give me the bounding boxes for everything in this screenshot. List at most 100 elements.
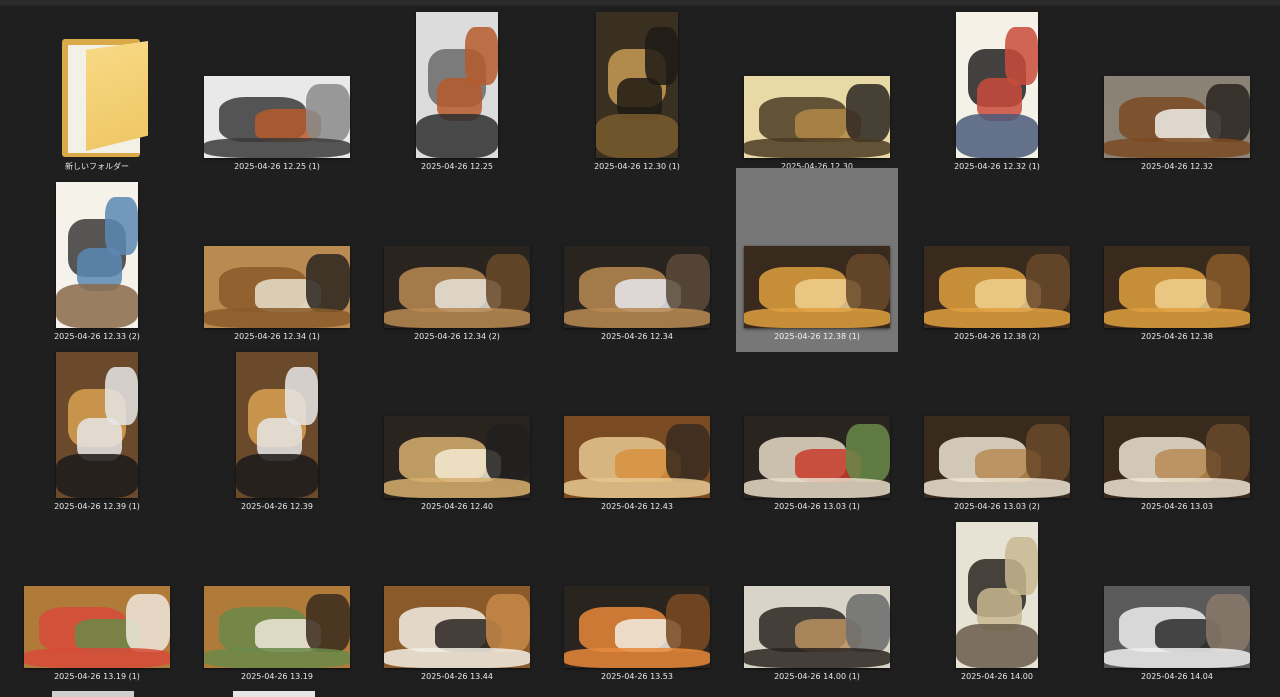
image-thumbnail (236, 352, 318, 498)
file-name: 2025-04-26 12.40 (421, 502, 493, 511)
file-name: 2025-04-26 14.04 (1141, 672, 1213, 681)
file-name: 2025-04-26 12.34 (601, 332, 673, 341)
file-name: 2025-04-26 14.00 (1) (774, 672, 860, 681)
image-file-item[interactable]: 2025-04-26 12.25 (1) (196, 12, 358, 182)
image-thumbnail (744, 76, 890, 158)
file-name: 2025-04-26 12.25 (421, 162, 493, 171)
thumbnail-area (196, 182, 358, 328)
image-thumbnail (924, 246, 1070, 328)
thumbnail-area (16, 182, 178, 328)
image-file-item[interactable]: 2025-04-26 12.30 (736, 12, 898, 182)
image-file-item[interactable]: 2025-04-26 12.38 (1) (736, 168, 898, 352)
image-file-item[interactable]: 2025-04-26 12.43 (556, 352, 718, 522)
file-name: 2025-04-26 12.34 (1) (234, 332, 320, 341)
image-thumbnail (1104, 586, 1250, 668)
thumbnail-area (916, 182, 1078, 328)
image-file-item[interactable]: 2025-04-26 12.34 (556, 182, 718, 352)
image-file-item[interactable]: 2025-04-26 13.03 (1096, 352, 1258, 522)
folder-item[interactable]: 新しいフォルダー (16, 12, 178, 182)
image-file-item[interactable]: 2025-04-26 14.00 (1) (736, 522, 898, 692)
file-name: 2025-04-26 13.03 (1) (774, 502, 860, 511)
image-file-item[interactable]: 2025-04-26 12.34 (2) (376, 182, 538, 352)
image-thumbnail (384, 586, 530, 668)
thumbnail-area (196, 352, 358, 498)
file-name: 2025-04-26 12.34 (2) (414, 332, 500, 341)
thumbnail-area (1096, 12, 1258, 158)
image-thumbnail (1104, 246, 1250, 328)
image-thumbnail (924, 416, 1070, 498)
image-thumbnail (744, 416, 890, 498)
image-thumbnail (956, 522, 1038, 668)
image-file-item[interactable]: 2025-04-26 12.30 (1) (556, 12, 718, 182)
file-name: 2025-04-26 13.53 (601, 672, 673, 681)
folder-icon (60, 39, 148, 169)
file-name: 2025-04-26 13.19 (1) (54, 672, 140, 681)
thumbnail-area (16, 352, 178, 498)
file-name: 2025-04-26 12.39 (1) (54, 502, 140, 511)
thumbnail-area (376, 522, 538, 668)
image-file-item[interactable]: 2025-04-26 14.00 (916, 522, 1078, 692)
image-file-item[interactable]: 2025-04-26 13.19 (196, 522, 358, 692)
thumbnail-area (916, 352, 1078, 498)
image-file-item[interactable]: 2025-04-26 12.39 (1) (16, 352, 178, 522)
thumbnail-area (736, 12, 898, 158)
thumbnail-area (196, 12, 358, 158)
image-file-item[interactable]: 2025-04-26 13.03 (2) (916, 352, 1078, 522)
image-file-item[interactable]: 2025-04-26 12.32 (1096, 12, 1258, 182)
next-row-peek (52, 691, 134, 697)
image-file-item[interactable]: 2025-04-26 13.19 (1) (16, 522, 178, 692)
thumbnail-area (1096, 352, 1258, 498)
image-file-item[interactable]: 2025-04-26 12.40 (376, 352, 538, 522)
thumbnail-area (16, 522, 178, 668)
file-name: 2025-04-26 12.38 (1141, 332, 1213, 341)
image-thumbnail (1104, 76, 1250, 158)
image-file-item[interactable]: 2025-04-26 12.25 (376, 12, 538, 182)
file-name: 2025-04-26 14.00 (961, 672, 1033, 681)
image-file-item[interactable]: 2025-04-26 13.44 (376, 522, 538, 692)
file-name: 2025-04-26 13.03 (1141, 502, 1213, 511)
image-file-item[interactable]: 2025-04-26 13.53 (556, 522, 718, 692)
thumbnail-area (556, 12, 718, 158)
image-file-item[interactable]: 2025-04-26 14.04 (1096, 522, 1258, 692)
file-name: 2025-04-26 12.32 (1) (954, 162, 1040, 171)
image-file-item[interactable]: 2025-04-26 12.39 (196, 352, 358, 522)
thumbnail-area (196, 522, 358, 668)
image-thumbnail (956, 12, 1038, 158)
thumbnail-area (556, 352, 718, 498)
image-thumbnail (744, 586, 890, 668)
image-thumbnail (384, 246, 530, 328)
file-name: 2025-04-26 13.44 (421, 672, 493, 681)
image-thumbnail (24, 586, 170, 668)
thumbnail-area (556, 182, 718, 328)
thumbnail-area (556, 522, 718, 668)
thumbnail-area (916, 522, 1078, 668)
image-thumbnail (1104, 416, 1250, 498)
image-file-item[interactable]: 2025-04-26 12.32 (1) (916, 12, 1078, 182)
thumbnail-area (736, 522, 898, 668)
file-name: 2025-04-26 12.43 (601, 502, 673, 511)
image-thumbnail (384, 416, 530, 498)
file-name: 2025-04-26 12.38 (2) (954, 332, 1040, 341)
image-file-item[interactable]: 2025-04-26 12.38 (2) (916, 182, 1078, 352)
image-file-item[interactable]: 2025-04-26 12.33 (2) (16, 182, 178, 352)
image-file-item[interactable]: 2025-04-26 12.38 (1096, 182, 1258, 352)
image-thumbnail (564, 586, 710, 668)
image-thumbnail (564, 416, 710, 498)
thumbnail-area (1096, 522, 1258, 668)
file-name: 2025-04-26 12.33 (2) (54, 332, 140, 341)
file-name: 2025-04-26 12.30 (1) (594, 162, 680, 171)
image-file-item[interactable]: 2025-04-26 13.03 (1) (736, 352, 898, 522)
image-thumbnail (56, 352, 138, 498)
file-name: 2025-04-26 13.03 (2) (954, 502, 1040, 511)
file-name: 2025-04-26 13.19 (241, 672, 313, 681)
thumbnail-grid: 新しいフォルダー 2025-04-26 12.25 (1) 2025-04-26 … (0, 0, 1280, 697)
file-name: 2025-04-26 12.32 (1141, 162, 1213, 171)
thumbnail-area (376, 12, 538, 158)
image-thumbnail (204, 586, 350, 668)
thumbnail-area (736, 352, 898, 498)
file-name: 2025-04-26 12.39 (241, 502, 313, 511)
thumbnail-area (916, 12, 1078, 158)
thumbnail-area (1096, 182, 1258, 328)
image-thumbnail (596, 12, 678, 158)
image-file-item[interactable]: 2025-04-26 12.34 (1) (196, 182, 358, 352)
